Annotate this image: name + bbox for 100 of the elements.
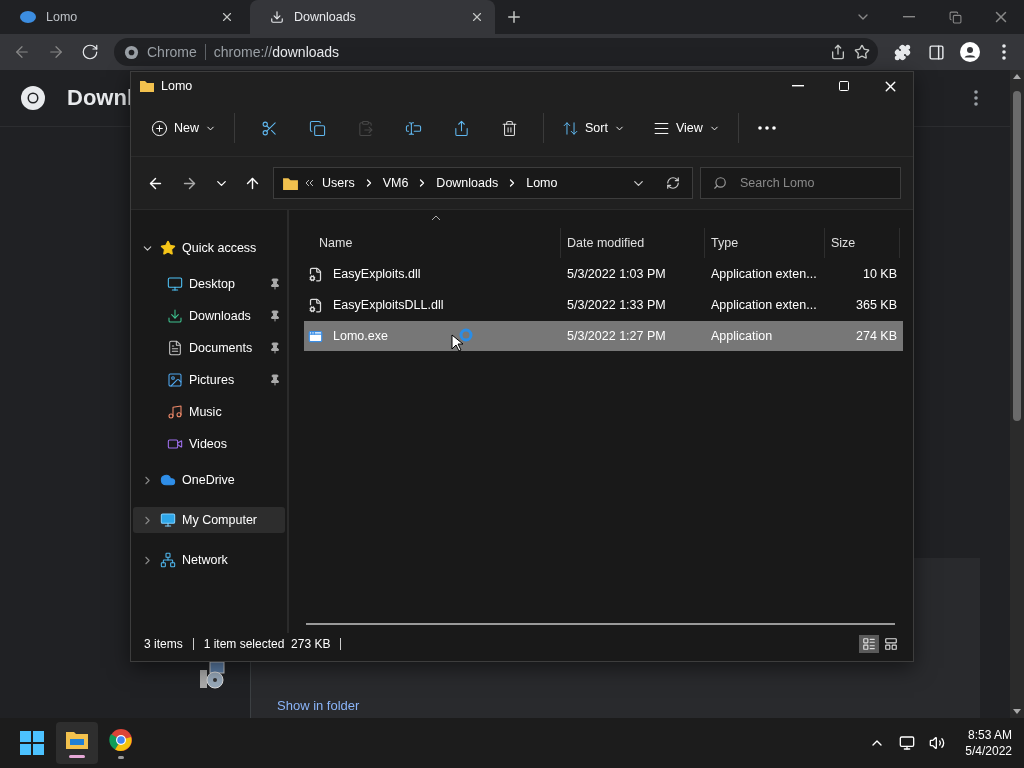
horizontal-scrollbar[interactable]: [306, 623, 895, 625]
reload-icon: [81, 43, 99, 61]
logo-icon: [20, 11, 36, 23]
restore-icon: [948, 10, 962, 24]
nav-item[interactable]: Pictures: [133, 368, 285, 392]
search-field[interactable]: Search Lomo: [700, 167, 901, 199]
column-header[interactable]: Date modified: [561, 228, 705, 258]
side-panel-icon: [927, 43, 945, 61]
document-icon: [167, 340, 183, 356]
scrollbar[interactable]: [1010, 70, 1024, 718]
browser-tab[interactable]: Downloads: [250, 0, 495, 34]
forward-icon: [47, 43, 65, 61]
nav-item[interactable]: Music: [133, 400, 285, 424]
minimize-icon: [792, 85, 804, 87]
clock-time: 8:53 AM: [967, 727, 1012, 743]
column-header[interactable]: Size: [825, 228, 900, 258]
share-icon[interactable]: [830, 44, 846, 60]
file-explorer-button[interactable]: [56, 722, 98, 764]
address-bar[interactable]: Chrome chrome://downloads: [114, 38, 878, 66]
selection-info: 1 item selected 273 KB: [203, 637, 331, 651]
folder-icon: [139, 78, 155, 94]
list-icon: [862, 637, 876, 651]
nav-item[interactable]: Network: [133, 547, 285, 573]
more-icon: [757, 126, 776, 130]
back-icon: [13, 43, 31, 61]
network-icon: [899, 735, 916, 751]
item-count: 3 items: [144, 637, 183, 651]
date-cell-text: 5/3/2022 1:33 PM: [566, 298, 667, 312]
menu-icon: [1002, 44, 1006, 60]
address-field[interactable]: Users VM6 Downloads Lomo: [273, 167, 693, 199]
monitor-icon: [167, 276, 183, 292]
network-icon: [160, 552, 176, 568]
video-icon: [167, 436, 183, 452]
column-header[interactable]: Type: [705, 228, 825, 258]
close-tab-icon: [220, 10, 234, 24]
file-row[interactable]: Lomo.exe 5/3/2022 1:27 PM Application 274 KB: [304, 321, 903, 351]
site-label: Chrome: [147, 44, 206, 60]
column-header[interactable]: Name: [304, 228, 561, 258]
download-icon: [167, 308, 183, 324]
file-row[interactable]: EasyExploits.dll 5/3/2022 1:03 PM Application exten... 10 KB: [304, 259, 903, 289]
image-icon: [167, 372, 183, 388]
download-icon: [270, 10, 284, 24]
busy-spinner-icon: [459, 328, 473, 342]
logo-icon: [20, 85, 46, 111]
nav-item[interactable]: Downloads: [133, 304, 285, 328]
file-row[interactable]: EasyExploitsDLL.dll 5/3/2022 1:33 PM Application exten... 365 KB: [304, 290, 903, 320]
breadcrumb-item[interactable]: VM6: [382, 176, 409, 190]
url-text: chrome://downloads: [213, 44, 341, 60]
bookmark-star-icon[interactable]: [854, 44, 870, 60]
size-cell-text: 274 KB: [855, 329, 898, 343]
tiles-icon: [884, 637, 898, 651]
sort-button[interactable]: Sort: [554, 110, 633, 146]
plus-circle-icon: [151, 119, 168, 137]
window-title: Lomo: [161, 79, 193, 93]
breadcrumb-item[interactable]: Lomo: [526, 176, 558, 190]
menu-icon: [974, 90, 978, 106]
details-view-button[interactable]: [859, 635, 879, 653]
file-name: EasyExploitsDLL.dll: [332, 298, 444, 312]
close-tab-icon: [470, 10, 484, 24]
file-name: EasyExploits.dll: [332, 267, 421, 281]
clock-date: 5/4/2022: [965, 743, 1012, 759]
extensions-icon: [893, 43, 911, 61]
music-icon: [167, 404, 183, 420]
nav-item[interactable]: OneDrive: [133, 467, 285, 493]
type-cell-text: Application: [710, 329, 774, 343]
breadcrumb-item[interactable]: Users: [322, 176, 355, 190]
size-cell-text: 10 KB: [861, 267, 898, 281]
new-button[interactable]: New: [143, 110, 224, 146]
pointer-icon: [451, 334, 463, 352]
cloud-icon: [160, 472, 176, 488]
size-cell-text: 365 KB: [855, 298, 898, 312]
date-cell-text: 5/3/2022 1:27 PM: [566, 329, 667, 343]
minimize-icon: [903, 16, 915, 18]
type-cell-text: Application exten...: [710, 267, 818, 281]
person-icon: [960, 42, 980, 62]
show-in-folder-link[interactable]: Show in folder: [277, 698, 360, 713]
maximize-icon: [838, 80, 850, 92]
browser-icon: [109, 727, 133, 752]
monitor-icon: [160, 512, 176, 528]
volume-icon: [929, 735, 946, 751]
search-icon: [713, 176, 727, 190]
file-gear-icon: [308, 266, 323, 282]
sort-arrows-icon: [562, 119, 579, 137]
nav-item[interactable]: Documents: [133, 336, 285, 360]
refresh-icon: [666, 176, 680, 190]
nav-item[interactable]: Videos: [133, 432, 285, 456]
date-cell-text: 5/3/2022 1:03 PM: [566, 267, 667, 281]
nav-item[interactable]: Quick access: [133, 235, 285, 261]
file-gear-icon: [308, 297, 323, 313]
star-icon: [160, 240, 176, 256]
windows-logo-icon: [20, 731, 44, 755]
site-icon: [124, 44, 139, 60]
type-cell-text: Application exten...: [710, 298, 818, 312]
file-name: Lomo.exe: [332, 329, 388, 343]
new-tab-icon: [505, 8, 523, 26]
nav-item[interactable]: My Computer: [133, 507, 285, 533]
application-icon: [308, 328, 323, 344]
nav-item[interactable]: Desktop: [133, 272, 285, 296]
breadcrumb-item[interactable]: Downloads: [436, 176, 499, 190]
view-button[interactable]: View: [644, 110, 728, 146]
